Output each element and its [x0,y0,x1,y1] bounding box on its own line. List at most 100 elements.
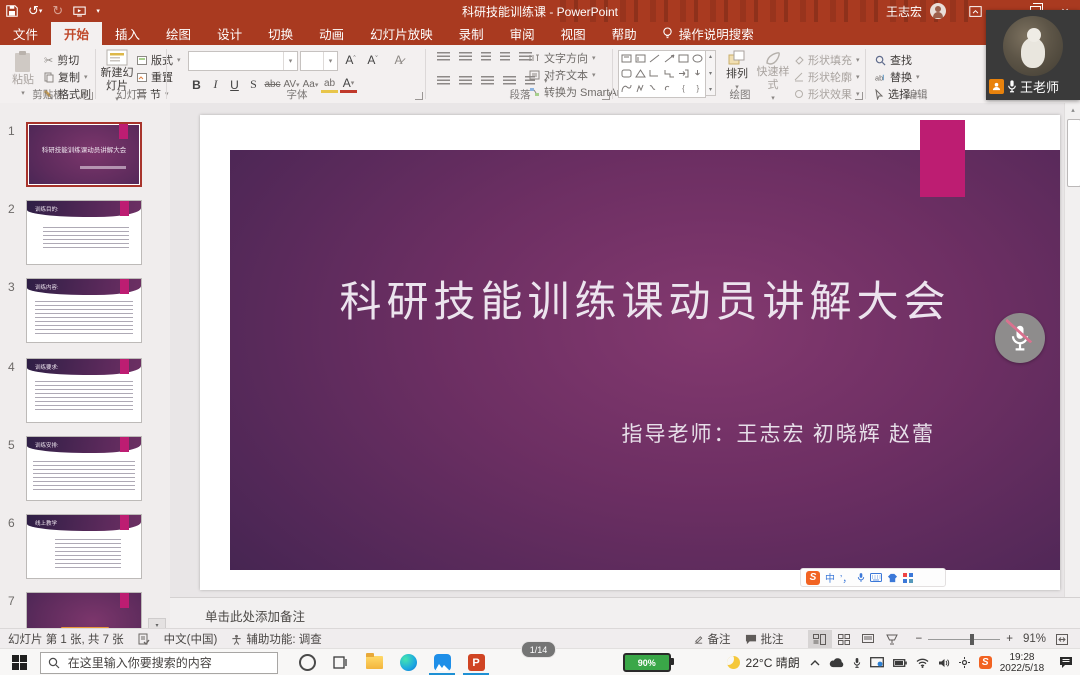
ime-toolbox-icon[interactable] [903,573,913,583]
action-center-icon[interactable] [1052,649,1080,675]
tray-battery-icon[interactable] [893,659,907,667]
tab-view[interactable]: 视图 [548,22,599,45]
tab-design[interactable]: 设计 [204,22,255,45]
zoom-out-button[interactable]: − [916,633,923,645]
tray-expand-icon[interactable] [810,660,820,666]
thumbnail-panel-collapse-button[interactable]: ▾ [148,618,166,628]
tab-slideshow[interactable]: 幻灯片放映 [357,22,446,45]
tab-help[interactable]: 帮助 [599,22,650,45]
clipboard-dialog-launcher[interactable] [85,92,93,100]
increase-indent-icon[interactable] [500,52,510,62]
drawing-dialog-launcher[interactable] [855,92,863,100]
ime-mic-icon[interactable] [857,572,865,583]
zoom-slider[interactable] [928,639,1000,640]
zoom-percentage[interactable]: 91% [1023,633,1046,645]
save-icon[interactable] [6,0,18,22]
cloud-icon[interactable] [829,658,844,668]
align-text-button[interactable]: 对齐文本▾ [529,67,596,83]
undo-icon[interactable]: ↺▾ [28,0,42,22]
task-view-button[interactable] [324,649,358,675]
notes-pane[interactable]: 单击此处添加备注 [170,597,1080,629]
view-slideshow-button[interactable] [880,630,904,648]
notes-placeholder[interactable]: 单击此处添加备注 [205,606,305,625]
ime-toolbar[interactable]: S 中 ’， [800,568,946,587]
tab-transitions[interactable]: 切换 [255,22,306,45]
tab-animations[interactable]: 动画 [306,22,357,45]
powerpoint-taskbar-icon[interactable]: P [459,649,493,675]
view-slide-sorter-button[interactable] [832,630,856,648]
slide-accent-rectangle[interactable] [920,120,965,197]
replace-button[interactable]: ab 替换▾ [875,69,920,85]
clear-formatting-button[interactable]: A̷ [390,50,407,69]
proofing-icon[interactable] [138,633,150,645]
zoom-in-button[interactable]: + [1006,633,1013,645]
vertical-scrollbar[interactable]: ▴ [1064,103,1080,597]
speaker-icon[interactable] [938,658,950,668]
shrink-font-button[interactable]: Aˇ [364,50,381,69]
edge-browser-icon[interactable] [392,649,426,675]
clock[interactable]: 19:28 2022/5/18 [1000,652,1045,674]
tab-record[interactable]: 录制 [446,22,497,45]
start-button[interactable] [0,649,40,675]
tab-insert[interactable]: 插入 [102,22,153,45]
notes-toggle-button[interactable]: 备注 [693,631,731,647]
slide-subtitle-text[interactable]: 指导老师：王志宏 初晓辉 赵蕾 [622,418,936,448]
scrollbar-thumb[interactable] [1067,119,1080,187]
comments-toggle-button[interactable]: 批注 [745,631,784,647]
view-reading-button[interactable] [856,630,880,648]
find-button[interactable]: 查找 [875,52,912,68]
cortana-button[interactable] [290,649,324,675]
align-right-icon[interactable] [481,76,494,86]
cut-button[interactable]: ✂ 剪切 [44,52,79,68]
bullets-icon[interactable] [437,52,450,62]
wifi-icon[interactable] [916,658,929,668]
sogou-tray-icon[interactable]: S [979,656,992,669]
weather-text[interactable]: 22°C 晴朗 [746,654,800,671]
sogou-logo-icon[interactable]: S [806,571,820,585]
view-normal-button[interactable] [808,630,832,648]
decrease-indent-icon[interactable] [481,52,491,62]
accessibility-status[interactable]: 辅助功能: 调查 [231,631,321,647]
mute-mic-button[interactable] [995,313,1045,363]
tell-me-search[interactable]: 操作说明搜索 [650,22,766,45]
account-name[interactable]: 王志宏 [886,3,922,20]
paragraph-dialog-launcher[interactable] [602,92,610,100]
customize-qat-icon[interactable]: ▾ [96,0,100,22]
text-direction-button[interactable]: 文字方向▾ [529,50,596,66]
justify-icon[interactable] [503,76,516,86]
numbering-icon[interactable] [459,52,472,62]
cast-screen-icon[interactable] [870,657,884,668]
font-name-combo[interactable]: ▾ [188,51,298,71]
account-avatar[interactable] [930,3,946,19]
meeting-app-icon[interactable] [425,649,459,675]
slide-editing-area[interactable]: ⌃ 科研技能训练课动员讲解大会 指导老师：王志宏 初晓辉 赵蕾 S 中 ’， [170,103,1080,597]
font-size-combo[interactable]: ▾ [300,51,338,71]
font-dialog-launcher[interactable] [415,92,423,100]
ime-keyboard-icon[interactable] [870,573,882,582]
copy-button[interactable]: 复制▾ [44,69,88,85]
align-left-icon[interactable] [437,76,450,86]
presenter-webcam-overlay[interactable]: 王老师 [986,10,1080,100]
tab-draw[interactable]: 绘图 [153,22,204,45]
tab-home[interactable]: 开始 [51,22,102,45]
ime-punctuation-icon[interactable]: ’， [840,570,852,585]
taskbar-search-box[interactable] [40,652,279,674]
file-explorer-icon[interactable] [358,649,392,675]
touch-feedback-icon[interactable] [959,657,970,668]
search-input[interactable] [66,655,260,671]
start-slideshow-icon[interactable] [73,0,86,22]
grow-font-button[interactable]: Aˆ [342,50,359,69]
zoom-slider-thumb[interactable] [970,634,974,645]
slide-title-text[interactable]: 科研技能训练课动员讲解大会 [230,268,1060,329]
ime-mode-chinese[interactable]: 中 [825,570,835,585]
moon-weather-icon[interactable] [727,656,740,669]
tab-file[interactable]: 文件 [0,22,51,45]
ime-skin-icon[interactable] [887,573,898,583]
tray-mic-icon[interactable] [853,657,861,669]
language-indicator[interactable]: 中文(中国) [164,631,218,647]
tab-review[interactable]: 审阅 [497,22,548,45]
scroll-up-arrow[interactable]: ▴ [1065,103,1080,117]
fit-slide-button[interactable] [1050,630,1074,648]
align-center-icon[interactable] [459,76,472,86]
slide-canvas[interactable]: 科研技能训练课动员讲解大会 指导老师：王志宏 初晓辉 赵蕾 S 中 ’， [200,115,1060,590]
